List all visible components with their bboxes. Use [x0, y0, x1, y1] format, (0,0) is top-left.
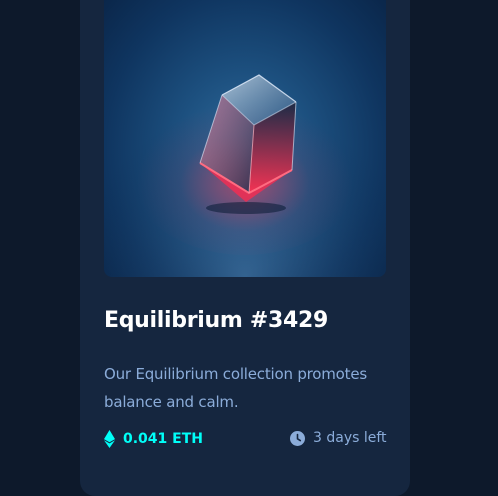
nft-description: Our Equilibrium collection promotes bala… [104, 365, 367, 411]
nft-time-left: 3 days left [290, 430, 387, 446]
ethereum-icon [104, 430, 115, 448]
nft-title[interactable]: Equilibrium #3429 [104, 308, 328, 333]
time-left-value: 3 days left [313, 430, 387, 446]
clock-icon [290, 430, 305, 446]
equilibrium-cube-image [104, 0, 386, 277]
price-value: 0.041 ETH [123, 431, 203, 447]
nft-image[interactable] [104, 0, 386, 277]
nft-price: 0.041 ETH [104, 430, 203, 448]
